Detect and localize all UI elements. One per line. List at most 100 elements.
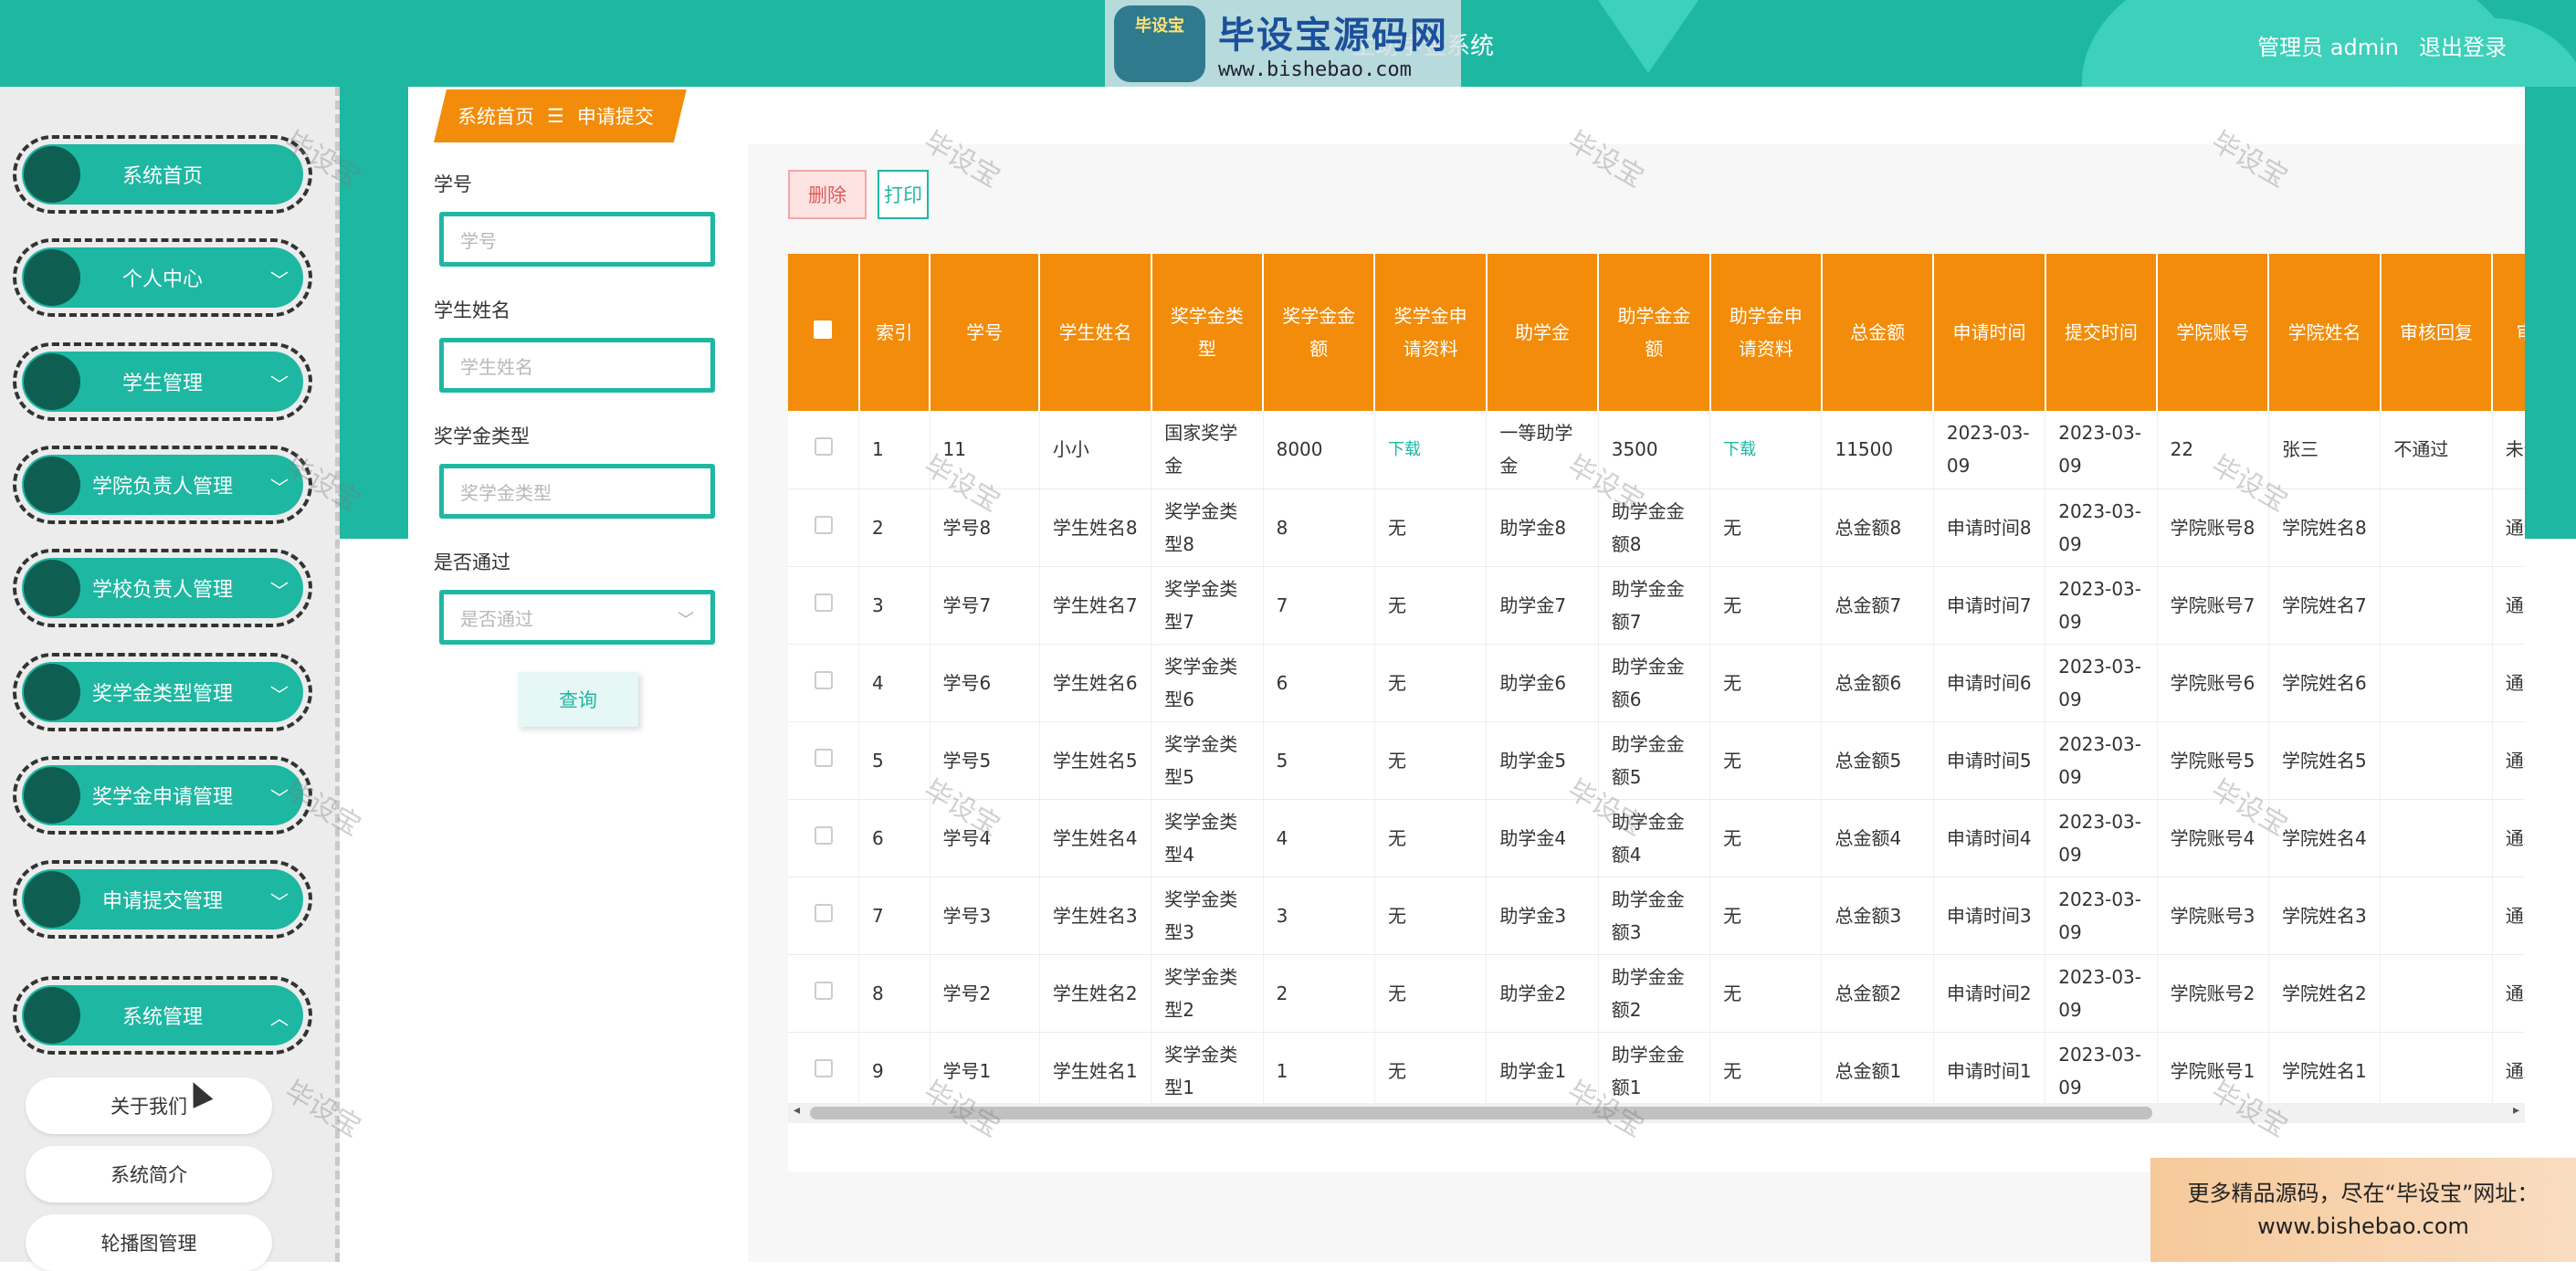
row-checkbox[interactable] [814, 981, 833, 1000]
row-checkbox[interactable] [814, 515, 833, 534]
table-row[interactable]: 3 学号7 学生姓名7 奖学金类型7 7 无助学金7 助学金金额7 无总金额7 申请时间7 202… [788, 566, 2525, 645]
table-cell: 通过 [2492, 488, 2525, 567]
table-cell: 学院账号3 [2157, 877, 2269, 955]
sidebar-item-dot-icon [24, 560, 80, 616]
table-cell: 助学金金额4 [1598, 799, 1711, 877]
download-link[interactable]: 下载 [1723, 440, 1756, 459]
top-header: 生助学金系统 毕设宝 毕设宝源码网 www.bishebao.com 管理员 a… [0, 0, 2576, 87]
chevron-icon: ﹀ [270, 891, 289, 913]
table-cell: 7 [1263, 566, 1375, 645]
row-select-cell[interactable] [788, 877, 859, 955]
sidebar-item[interactable]: 系统首页 [13, 135, 312, 214]
sidebar-item-dot-icon [24, 664, 80, 720]
scholarship-type-input[interactable]: 奖学金类型 [439, 464, 715, 519]
table-row[interactable]: 9 学号1 学生姓名1 奖学金类型1 1 无助学金1 助学金金额1 无总金额1 申请时间1 202… [788, 1032, 2525, 1110]
select-all-checkbox[interactable] [814, 320, 833, 339]
table-cell: 申请时间6 [1933, 644, 2046, 722]
table-cell: 2023-03-09 [1933, 411, 2046, 489]
sidebar-item[interactable]: 学校负责人管理 ﹀ [13, 549, 312, 627]
table-cell: 助学金3 [1486, 877, 1599, 955]
sidebar-item[interactable]: 个人中心 ﹀ [13, 238, 312, 317]
row-select-cell[interactable] [788, 411, 859, 489]
scholarship-type-placeholder: 奖学金类型 [460, 481, 552, 504]
sidebar-item[interactable]: 系统管理 ︿ [13, 976, 312, 1055]
sidebar-item-dot-icon [24, 871, 80, 928]
sidebar-item[interactable]: 学院负责人管理 ﹀ [13, 446, 312, 524]
table-row[interactable]: 1 11 小小 国家奖学金 8000 下载 一等助学金 3500 下载 11500 2023-03-… [788, 411, 2525, 489]
table-cell: 奖学金类型5 [1151, 721, 1264, 800]
scroll-left-arrow-icon[interactable]: ◂ [794, 1103, 800, 1118]
table-cell: 奖学金类型3 [1151, 877, 1264, 955]
promo-line-1: 更多精品源码，尽在“毕设宝”网址： [2187, 1181, 2539, 1206]
column-header: 索引 [858, 254, 931, 411]
sidebar-item[interactable]: 奖学金类型管理 ﹀ [13, 653, 312, 731]
sidebar-item[interactable]: 申请提交管理 ﹀ [13, 860, 312, 939]
table-cell: 总金额8 [1821, 488, 1934, 567]
promo-banner: 更多精品源码，尽在“毕设宝”网址： www.bishebao.com [2150, 1158, 2576, 1262]
table-row[interactable]: 6 学号4 学生姓名4 奖学金类型4 4 无助学金4 助学金金额4 无总金额4 申请时间4 202… [788, 799, 2525, 877]
table-cell: 学号8 [930, 488, 1040, 567]
row-checkbox[interactable] [814, 593, 833, 612]
column-header: 总金额 [1821, 254, 1935, 411]
table-cell: 总金额2 [1821, 954, 1934, 1033]
horizontal-scrollbar[interactable]: ◂ ▸ [788, 1103, 2525, 1123]
table-cell: 通过 [2492, 721, 2525, 800]
download-link[interactable]: 下载 [1388, 440, 1421, 459]
table-cell: 学生姓名2 [1039, 954, 1152, 1033]
row-select-cell[interactable] [788, 721, 859, 800]
table-cell: 9 [858, 1032, 931, 1110]
row-checkbox[interactable] [814, 748, 833, 767]
table-row[interactable]: 7 学号3 学生姓名3 奖学金类型3 3 无助学金3 助学金金额3 无总金额3 申请时间3 202… [788, 877, 2525, 955]
table-cell: 助学金8 [1486, 488, 1599, 567]
row-select-cell[interactable] [788, 1032, 859, 1110]
sidebar-subitem[interactable]: 系统简介 [26, 1146, 272, 1203]
row-select-cell[interactable] [788, 644, 859, 722]
row-select-cell[interactable] [788, 566, 859, 645]
sidebar-item-label: 奖学金申请管理 [91, 786, 233, 809]
scrollbar-thumb[interactable] [810, 1107, 2152, 1119]
column-header: 申请时间 [1933, 254, 2046, 411]
sidebar-item-label: 学校负责人管理 [91, 579, 233, 602]
table-cell [2380, 877, 2493, 955]
row-select-cell[interactable] [788, 488, 859, 567]
table-cell: 奖学金类型7 [1151, 566, 1264, 645]
row-checkbox[interactable] [814, 1058, 833, 1077]
sidebar: 系统首页 个人中心 ﹀ 学生管理 ﹀ 学院负责人管理 ﹀ 学校负责人管理 ﹀ 奖学金类型管理 ﹀ 奖学… [0, 87, 340, 1271]
breadcrumb-separator-icon: ☰ [547, 105, 564, 127]
table-cell: 奖学金类型2 [1151, 954, 1264, 1033]
sidebar-item-label: 系统首页 [121, 165, 203, 188]
delete-button[interactable]: 删除 [788, 170, 867, 219]
print-button[interactable]: 打印 [878, 170, 929, 219]
sidebar-subitem[interactable]: 关于我们 [26, 1077, 272, 1134]
select-all-header[interactable] [788, 254, 860, 411]
logout-link[interactable]: 退出登录 [2419, 29, 2507, 61]
student-no-input[interactable]: 学号 [439, 212, 715, 267]
table-row[interactable]: 2 学号8 学生姓名8 奖学金类型8 8 无助学金8 助学金金额8 无总金额8 申请时间8 202… [788, 488, 2525, 567]
sidebar-subitem[interactable]: 轮播图管理 [26, 1214, 272, 1271]
query-button[interactable]: 查询 [518, 672, 638, 727]
table-row[interactable]: 8 学号2 学生姓名2 奖学金类型2 2 无助学金2 助学金金额2 无总金额2 申请时间2 202… [788, 954, 2525, 1033]
sidebar-item[interactable]: 学生管理 ﹀ [13, 342, 312, 421]
table-row[interactable]: 4 学号6 学生姓名6 奖学金类型6 6 无助学金6 助学金金额6 无总金额6 申请时间6 202… [788, 644, 2525, 722]
table-cell: 2023-03-09 [2045, 411, 2158, 489]
pass-status-select[interactable]: 是否通过 ﹀ [439, 590, 715, 645]
sidebar-item-dot-icon [24, 146, 80, 203]
row-select-cell[interactable] [788, 799, 859, 877]
header-decor-triangle [1598, 0, 1698, 73]
sidebar-item[interactable]: 奖学金申请管理 ﹀ [13, 756, 312, 835]
column-header: 提交时间 [2045, 254, 2159, 411]
table-row[interactable]: 5 学号5 学生姓名5 奖学金类型5 5 无助学金5 助学金金额5 无总金额5 申请时间5 202… [788, 721, 2525, 800]
row-checkbox[interactable] [814, 825, 833, 845]
row-checkbox[interactable] [814, 670, 833, 689]
breadcrumb-home[interactable]: 系统首页 [457, 102, 534, 130]
table-cell: 申请时间7 [1933, 566, 2046, 645]
row-checkbox[interactable] [814, 437, 833, 457]
row-checkbox[interactable] [814, 903, 833, 922]
scroll-right-arrow-icon[interactable]: ▸ [2513, 1103, 2519, 1118]
student-name-input[interactable]: 学生姓名 [439, 338, 715, 393]
student-no-label: 学号 [434, 173, 472, 195]
table-cell: 学院姓名5 [2268, 721, 2381, 800]
site-logo-watermark: 毕设宝 毕设宝源码网 www.bishebao.com [1105, 0, 1461, 87]
row-select-cell[interactable] [788, 954, 859, 1033]
table-cell: 2023-03-09 [2045, 644, 2158, 722]
